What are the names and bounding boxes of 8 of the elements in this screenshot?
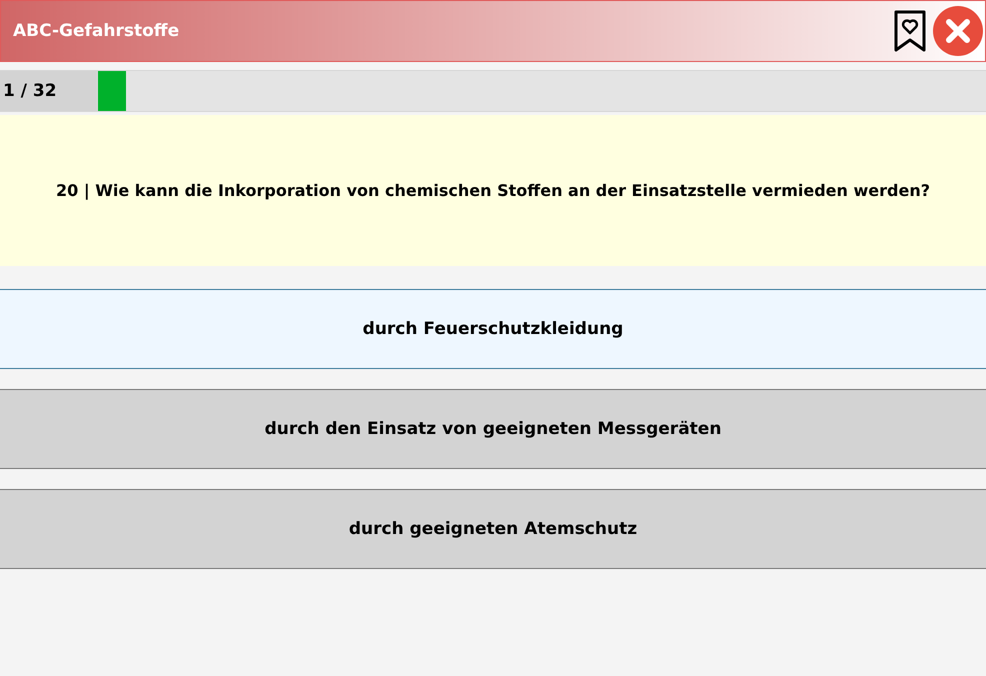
question-text: 20 | Wie kann die Inkorporation von chemischen Stoffen an der Einsatzstelle vermieden werden?: [56, 181, 930, 200]
answer-option[interactable]: durch geeigneten Atemschutz: [0, 489, 986, 569]
bookmark-heart-icon[interactable]: [893, 9, 927, 53]
question-counter: 1 / 32: [0, 71, 97, 111]
answer-option[interactable]: durch Feuerschutzkleidung: [0, 289, 986, 369]
app-title: ABC-Gefahrstoffe: [13, 21, 180, 41]
close-icon[interactable]: [933, 6, 983, 56]
answer-option[interactable]: durch den Einsatz von geeigneten Messgeräten: [0, 389, 986, 469]
